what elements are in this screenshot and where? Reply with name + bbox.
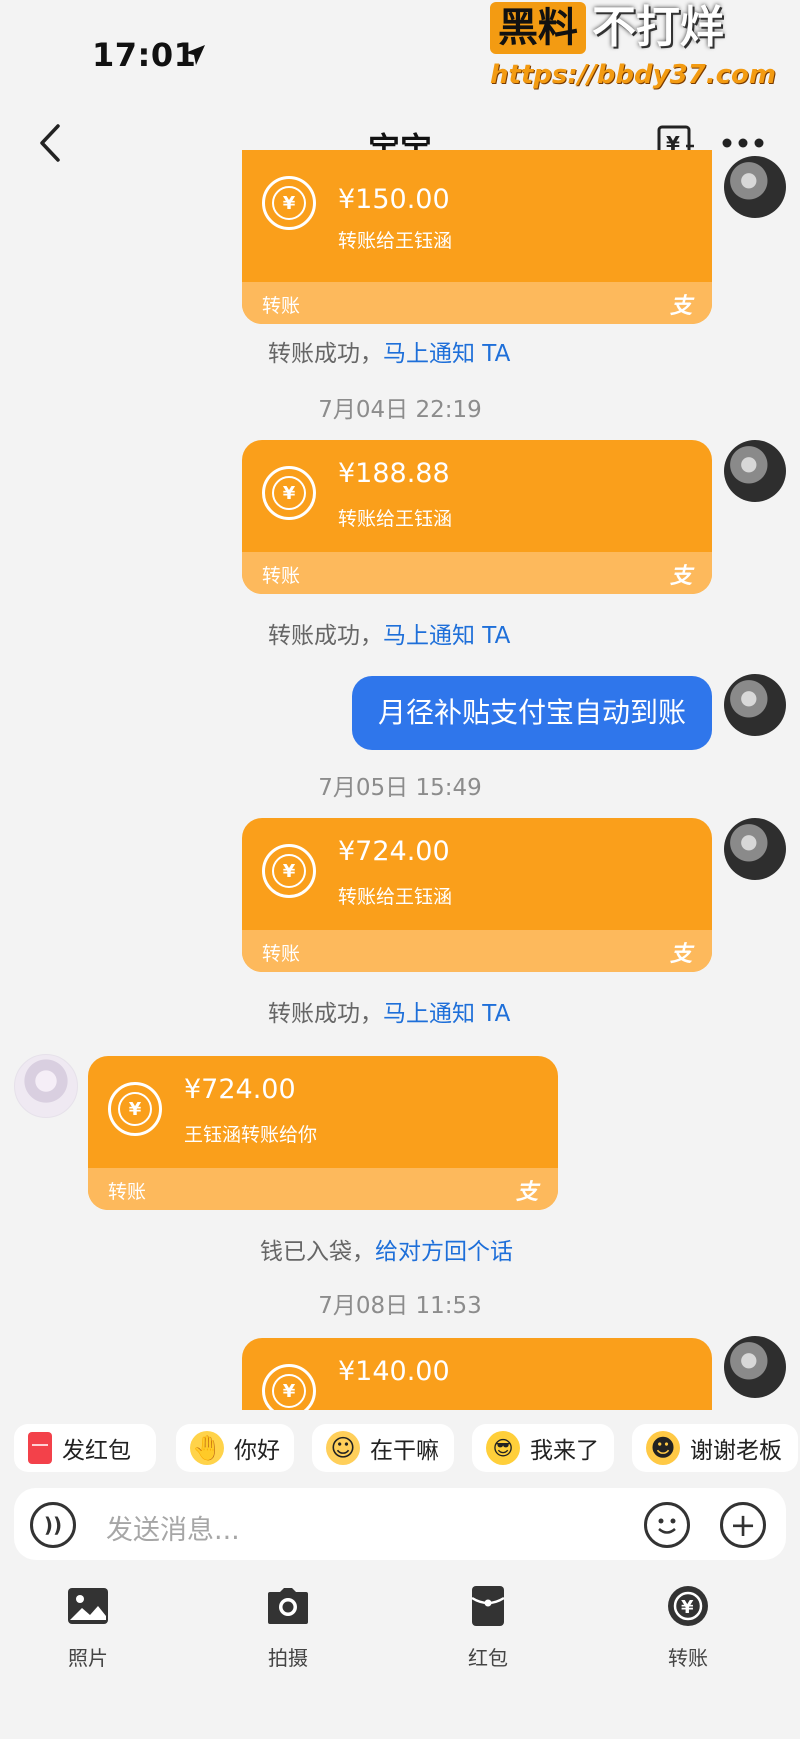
camera-icon (268, 1588, 308, 1624)
transfer-amount: ¥188.88 (338, 458, 450, 489)
red-packet-icon (471, 1586, 505, 1626)
transfer-coin-icon: ¥ (262, 176, 316, 230)
my-avatar[interactable] (724, 1336, 786, 1398)
tool-label: 照片 (68, 1646, 108, 1670)
quick-reply-label: 我来了 (530, 1438, 599, 1464)
smiley-icon (658, 1518, 676, 1534)
tool-label: 转账 (668, 1646, 708, 1670)
alipay-icon: 支 (515, 1180, 538, 1205)
quick-reply-coming[interactable]: 😎 我来了 (472, 1424, 614, 1472)
transfer-subtitle: 转账给王钰涵 (338, 508, 453, 530)
timestamp: 7月04日 22:19 (318, 397, 482, 423)
transfer-subtitle: 转账给王钰涵 (338, 886, 453, 908)
tool-camera[interactable]: 拍摄 (228, 1584, 348, 1671)
quick-reply-label: 谢谢老板 (690, 1438, 782, 1464)
my-avatar[interactable] (724, 674, 786, 736)
tool-photo[interactable]: 照片 (28, 1584, 148, 1671)
thanks-emoji-icon: ☻ (646, 1431, 680, 1465)
message-input[interactable]: 发送消息... (106, 1508, 240, 1547)
alipay-icon: 支 (669, 294, 692, 319)
transfer-status-note: 转账成功，马上通知 TA (268, 1001, 511, 1027)
watermark-white-text: 不打烊 (591, 2, 724, 53)
quick-reply-thanks[interactable]: ☻ 谢谢老板 (632, 1424, 798, 1472)
timestamp: 7月05日 15:49 (318, 775, 482, 801)
reply-link[interactable]: 给对方回个话 (375, 1239, 513, 1265)
watermark-url: https://bbdy37.com (489, 60, 776, 90)
emoji-button[interactable] (644, 1502, 690, 1548)
transfer-coin-icon: ¥ (262, 466, 316, 520)
status-time: 17:01 (92, 36, 197, 74)
transfer-status-note: 转账成功，马上通知 TA (268, 623, 511, 649)
contact-avatar[interactable] (14, 1054, 78, 1118)
transfer-card[interactable]: ¥ ¥724.00 转账给王钰涵 转账 支 (242, 818, 712, 972)
quick-reply-label: 你好 (234, 1438, 280, 1464)
transfer-label: 转账 (262, 295, 301, 317)
text-message-bubble[interactable]: 月径补贴支付宝自动到账 (351, 676, 712, 750)
notify-link[interactable]: 马上通知 TA (383, 1001, 510, 1027)
watermark: 黑料 不打烊 https://bbdy37.com (489, 2, 776, 90)
location-arrow-icon (185, 45, 205, 65)
transfer-card[interactable]: ¥ ¥140.00 (242, 1338, 712, 1410)
timestamp: 7月08日 11:53 (318, 1293, 482, 1319)
alipay-icon: 支 (669, 564, 692, 589)
tool-red-packet[interactable]: 红包 (428, 1584, 548, 1671)
notify-link[interactable]: 马上通知 TA (383, 623, 510, 649)
transfer-amount: ¥724.00 (184, 1074, 296, 1105)
received-status-note: 钱已入袋，给对方回个话 (260, 1239, 513, 1265)
my-avatar[interactable] (724, 818, 786, 880)
my-avatar[interactable] (724, 440, 786, 502)
quick-reply-label: 发红包 (62, 1438, 131, 1464)
transfer-label: 转账 (262, 943, 301, 965)
transfer-status-note: 转账成功，马上通知 TA (268, 341, 511, 367)
transfer-card[interactable]: ¥ ¥724.00 王钰涵转账给你 转账 支 (88, 1056, 558, 1210)
transfer-subtitle: 王钰涵转账给你 (184, 1124, 318, 1146)
wave-emoji-icon: 🤚 (190, 1431, 224, 1465)
tool-label: 红包 (468, 1646, 508, 1670)
transfer-label: 转账 (262, 565, 301, 587)
svg-text:¥: ¥ (681, 1597, 694, 1618)
transfer-card[interactable]: ¥ ¥150.00 转账给王钰涵 转账 支 (242, 150, 712, 324)
transfer-amount: ¥150.00 (338, 184, 450, 215)
tool-transfer[interactable]: ¥ 转账 (628, 1584, 748, 1671)
transfer-card[interactable]: ¥ ¥188.88 转账给王钰涵 转账 支 (242, 440, 712, 594)
transfer-label: 转账 (108, 1181, 147, 1203)
alipay-icon: 支 (669, 942, 692, 967)
tool-label: 拍摄 (268, 1646, 308, 1670)
transfer-coin-icon: ¥ (108, 1082, 162, 1136)
voice-input-button[interactable]: )) (30, 1502, 76, 1548)
transfer-subtitle: 转账给王钰涵 (338, 230, 453, 252)
transfer-coin-icon: ¥ (262, 844, 316, 898)
transfer-amount: ¥140.00 (338, 1356, 450, 1387)
transfer-coin-icon: ¥ (262, 1364, 316, 1410)
red-packet-icon (28, 1432, 52, 1464)
watermark-black-text: 黑料 (489, 2, 586, 54)
transfer-amount: ¥724.00 (338, 836, 450, 867)
curious-emoji-icon: ☺ (326, 1431, 360, 1465)
sunglasses-emoji-icon: 😎 (486, 1431, 520, 1465)
photo-icon (68, 1588, 108, 1624)
more-actions-button[interactable]: + (720, 1502, 766, 1548)
more-options-button[interactable] (718, 128, 768, 158)
quick-reply-busy[interactable]: ☺ 在干嘛 (312, 1424, 454, 1472)
quick-reply-hello[interactable]: 🤚 你好 (176, 1424, 294, 1472)
transfer-icon: ¥ (668, 1586, 708, 1626)
notify-link[interactable]: 马上通知 TA (383, 341, 510, 367)
quick-reply-label: 在干嘛 (370, 1438, 439, 1464)
my-avatar[interactable] (724, 156, 786, 218)
quick-reply-red-packet[interactable]: 发红包 (14, 1424, 156, 1472)
